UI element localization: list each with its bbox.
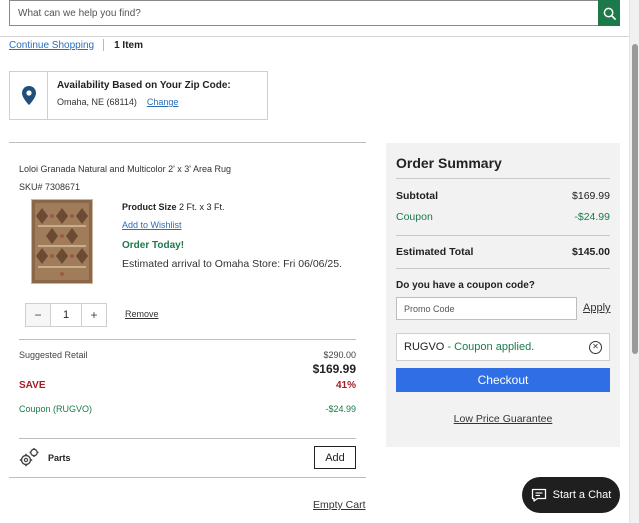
scrollbar-thumb[interactable]	[632, 44, 638, 354]
parts-divider-bottom	[9, 477, 366, 478]
save-row: SAVE 41%	[19, 380, 356, 391]
product-size: Product Size 2 Ft. x 3 Ft.	[122, 202, 225, 212]
quantity-stepper: − 1 +	[25, 303, 107, 327]
start-chat-label: Start a Chat	[552, 489, 612, 501]
estimated-total-value: $145.00	[572, 246, 610, 258]
coupon-question: Do you have a coupon code?	[396, 280, 535, 291]
search-input[interactable]	[10, 1, 620, 25]
pricing-divider	[19, 339, 356, 340]
zip-availability-box: Availability Based on Your Zip Code: Oma…	[9, 71, 268, 120]
promo-code-input[interactable]	[396, 297, 577, 320]
header-divider	[0, 36, 629, 37]
applied-coupon-status: - Coupon applied.	[444, 341, 535, 353]
section-divider	[9, 142, 366, 143]
apply-coupon-link[interactable]: Apply	[583, 302, 611, 314]
parts-label: Parts	[48, 452, 71, 463]
summary-coupon-label: Coupon	[396, 211, 433, 223]
summary-divider	[396, 235, 610, 236]
product-name: Loloi Granada Natural and Multicolor 2' …	[19, 164, 232, 174]
summary-coupon-value: -$24.99	[574, 211, 610, 223]
applied-coupon-chip: RUGVO - Coupon applied. ✕	[396, 333, 610, 361]
summary-divider	[396, 268, 610, 269]
subtotal-label: Subtotal	[396, 190, 438, 202]
suggested-retail-label: Suggested Retail	[19, 350, 88, 360]
estimated-total-row: Estimated Total $145.00	[396, 246, 610, 258]
applied-coupon-code: RUGVO	[404, 341, 445, 353]
product-sku: SKU# 7308671	[19, 182, 81, 192]
order-today-label: Order Today!	[122, 240, 185, 251]
decrease-quantity-button[interactable]: −	[25, 303, 51, 327]
parts-row: Parts	[19, 447, 71, 468]
search-icon	[603, 7, 616, 20]
coupon-label: Coupon (RUGVO)	[19, 404, 93, 414]
summary-coupon-row: Coupon -$24.99	[396, 211, 610, 223]
estimated-total-label: Estimated Total	[396, 246, 474, 258]
empty-cart-link[interactable]: Empty Cart	[313, 499, 366, 511]
cart-nav: Continue Shopping 1 Item	[9, 39, 143, 51]
product-image[interactable]	[31, 199, 93, 284]
location-pin-icon	[10, 72, 48, 119]
change-zip-link[interactable]: Change	[147, 97, 179, 107]
add-to-wishlist-link[interactable]: Add to Wishlist	[122, 220, 182, 230]
order-summary-title: Order Summary	[396, 155, 502, 171]
parts-divider-top	[19, 438, 356, 439]
start-chat-button[interactable]: Start a Chat	[522, 477, 620, 513]
add-parts-button[interactable]: Add	[314, 446, 356, 469]
coupon-value: -$24.99	[325, 404, 356, 414]
item-price: $169.99	[312, 362, 356, 376]
remove-item-link[interactable]: Remove	[125, 309, 159, 319]
order-summary-panel: Order Summary Subtotal $169.99 Coupon -$…	[386, 143, 620, 447]
product-size-value: 2 Ft. x 3 Ft.	[179, 202, 225, 212]
suggested-retail-value: $290.00	[323, 350, 356, 360]
zip-location: Omaha, NE (68114)	[57, 97, 137, 107]
remove-coupon-icon[interactable]: ✕	[589, 340, 602, 354]
item-count: 1 Item	[114, 39, 143, 51]
checkout-button[interactable]: Checkout	[396, 368, 610, 392]
continue-shopping-link[interactable]: Continue Shopping	[9, 40, 94, 51]
chat-icon	[531, 488, 546, 502]
gears-icon	[19, 448, 39, 467]
increase-quantity-button[interactable]: +	[81, 303, 107, 327]
low-price-guarantee-link[interactable]: Low Price Guarantee	[386, 413, 620, 425]
quantity-value[interactable]: 1	[51, 303, 81, 327]
search-button[interactable]	[598, 0, 620, 26]
product-size-label: Product Size	[122, 202, 177, 212]
estimated-arrival: Estimated arrival to Omaha Store: Fri 06…	[122, 258, 343, 270]
page-scrollbar[interactable]	[629, 0, 639, 523]
save-percent: 41%	[335, 380, 356, 391]
subtotal-row: Subtotal $169.99	[396, 190, 610, 202]
subtotal-value: $169.99	[572, 190, 610, 202]
zip-title: Availability Based on Your Zip Code:	[57, 80, 231, 91]
suggested-retail-row: Suggested Retail $290.00	[19, 350, 356, 360]
coupon-row: Coupon (RUGVO) -$24.99	[19, 404, 356, 414]
nav-separator	[103, 39, 105, 51]
summary-divider	[396, 178, 610, 179]
save-label: SAVE	[19, 380, 46, 391]
search-bar	[9, 0, 620, 26]
